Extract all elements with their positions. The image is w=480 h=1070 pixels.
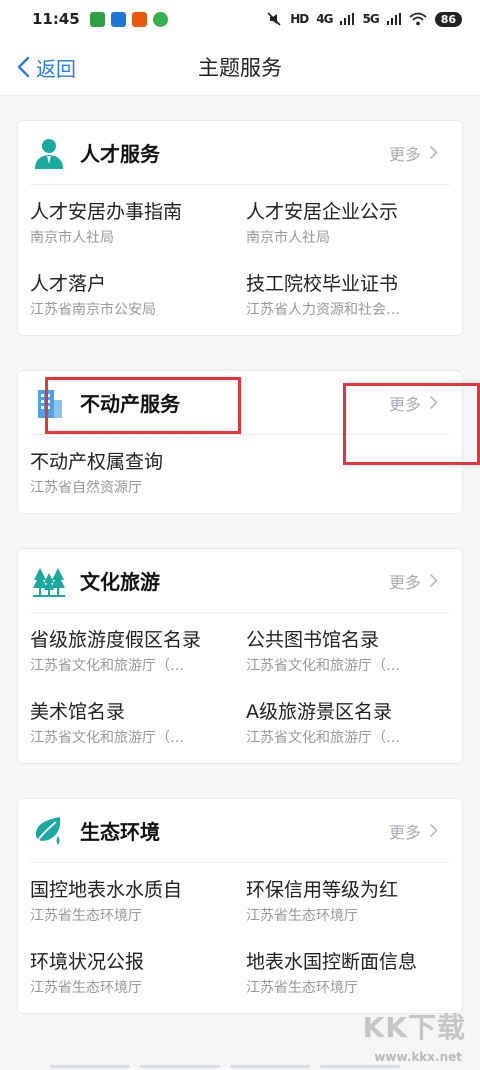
leaf-icon bbox=[32, 814, 66, 848]
trees-icon bbox=[32, 564, 66, 598]
service-name: 公共图书馆名录 bbox=[246, 629, 380, 651]
mute-icon bbox=[267, 12, 281, 26]
service-department: 江苏省文化和旅游厅（… bbox=[246, 730, 400, 746]
status-app-icons bbox=[89, 11, 168, 27]
service-grid: 省级旅游度假区名录 江苏省文化和旅游厅（… 公共图书馆名录 江苏省文化和旅游厅（… bbox=[30, 613, 450, 757]
real-estate-services-card: 不动产服务 更多 不动产权属查询 江苏省自然资源厅 bbox=[17, 370, 463, 514]
service-department: 江苏省文化和旅游厅（… bbox=[30, 730, 184, 746]
chevron-right-icon bbox=[429, 395, 438, 410]
app-notification-icon bbox=[89, 11, 105, 27]
service-department: 江苏省人力资源和社会… bbox=[246, 302, 400, 318]
signal-bars-icon bbox=[386, 13, 401, 25]
more-button[interactable]: 更多 bbox=[389, 391, 450, 415]
chevron-right-icon bbox=[429, 573, 438, 588]
app-notification-icon bbox=[152, 11, 168, 27]
service-name: A级旅游景区名录 bbox=[246, 701, 392, 723]
service-grid: 不动产权属查询 江苏省自然资源厅 bbox=[30, 435, 450, 507]
service-name: 地表水国控断面信息 bbox=[246, 951, 418, 973]
back-button[interactable]: 返回 bbox=[14, 38, 76, 96]
more-label: 更多 bbox=[388, 394, 421, 414]
scroll-indicator bbox=[50, 1065, 400, 1068]
app-notification-icon bbox=[131, 11, 147, 27]
service-item[interactable]: A级旅游景区名录 江苏省文化和旅游厅（… bbox=[246, 685, 450, 757]
service-department: 南京市人社局 bbox=[30, 230, 114, 246]
service-item[interactable]: 环境状况公报 江苏省生态环境厅 bbox=[30, 935, 234, 1007]
service-name: 技工院校毕业证书 bbox=[246, 273, 399, 295]
service-department: 南京市人社局 bbox=[246, 230, 330, 246]
card-header: 不动产服务 更多 bbox=[30, 371, 450, 435]
card-title: 人才服务 bbox=[80, 142, 160, 166]
chevron-right-icon bbox=[429, 823, 438, 838]
watermark-url: www.kkx.net bbox=[374, 1050, 462, 1064]
status-time: 11:45 bbox=[32, 10, 80, 28]
status-bar: 11:45 HD 4G 5G 86 bbox=[0, 0, 480, 38]
service-department: 江苏省南京市公安局 bbox=[30, 302, 156, 318]
service-item[interactable]: 地表水国控断面信息 江苏省生态环境厅 bbox=[246, 935, 450, 1007]
signal-5g-label: 5G bbox=[362, 12, 379, 26]
more-label: 更多 bbox=[388, 144, 421, 164]
service-item[interactable]: 国控地表水水质自 江苏省生态环境厅 bbox=[30, 863, 234, 935]
wifi-icon bbox=[409, 12, 427, 26]
card-header: 人才服务 更多 bbox=[30, 121, 450, 185]
service-grid: 人才安居办事指南 南京市人社局 人才安居企业公示 南京市人社局 人才落户 江苏省… bbox=[30, 185, 450, 329]
service-name: 人才落户 bbox=[30, 273, 107, 295]
more-button[interactable]: 更多 bbox=[389, 819, 450, 843]
back-label: 返回 bbox=[36, 56, 76, 81]
service-item[interactable]: 省级旅游度假区名录 江苏省文化和旅游厅（… bbox=[30, 613, 234, 685]
service-item[interactable]: 美术馆名录 江苏省文化和旅游厅（… bbox=[30, 685, 234, 757]
service-department: 江苏省生态环境厅 bbox=[30, 980, 142, 996]
card-header: 文化旅游 更多 bbox=[30, 549, 450, 613]
more-button[interactable]: 更多 bbox=[389, 141, 450, 165]
chevron-left-icon bbox=[17, 56, 30, 78]
service-name: 国控地表水水质自 bbox=[30, 879, 183, 901]
signal-bars-icon bbox=[340, 13, 355, 25]
service-item[interactable]: 不动产权属查询 江苏省自然资源厅 bbox=[30, 435, 234, 507]
card-title: 文化旅游 bbox=[80, 570, 160, 594]
more-label: 更多 bbox=[388, 822, 421, 842]
service-item[interactable]: 环保信用等级为红 江苏省生态环境厅 bbox=[246, 863, 450, 935]
status-indicators: HD 4G 5G 86 bbox=[266, 11, 462, 27]
service-name: 人才安居办事指南 bbox=[30, 201, 183, 223]
service-name: 环保信用等级为红 bbox=[246, 879, 399, 901]
card-title: 生态环境 bbox=[80, 820, 160, 844]
person-icon bbox=[32, 136, 66, 170]
battery-level: 86 bbox=[434, 11, 462, 27]
service-name: 环境状况公报 bbox=[30, 951, 145, 973]
talent-services-card: 人才服务 更多 人才安居办事指南 南京市人社局 人才安居企业公示 南京市人社局 … bbox=[17, 120, 463, 336]
service-department: 江苏省生态环境厅 bbox=[246, 980, 358, 996]
watermark-logo: KK下载 bbox=[362, 1011, 466, 1044]
service-name: 不动产权属查询 bbox=[30, 451, 164, 473]
ecology-environment-card: 生态环境 更多 国控地表水水质自 江苏省生态环境厅 环保信用等级为红 江苏省生态… bbox=[17, 798, 463, 1014]
more-label: 更多 bbox=[388, 572, 421, 592]
theme-services-list: 人才服务 更多 人才安居办事指南 南京市人社局 人才安居企业公示 南京市人社局 … bbox=[0, 96, 480, 1014]
card-title: 不动产服务 bbox=[80, 392, 180, 416]
service-name: 省级旅游度假区名录 bbox=[30, 629, 202, 651]
service-department: 江苏省生态环境厅 bbox=[246, 908, 358, 924]
service-item[interactable]: 技工院校毕业证书 江苏省人力资源和社会… bbox=[246, 257, 450, 329]
service-department: 江苏省文化和旅游厅（… bbox=[246, 658, 400, 674]
card-header: 生态环境 更多 bbox=[30, 799, 450, 863]
service-name: 美术馆名录 bbox=[30, 701, 126, 723]
more-button[interactable]: 更多 bbox=[389, 569, 450, 593]
signal-4g-label: 4G bbox=[316, 12, 333, 26]
service-department: 江苏省文化和旅游厅（… bbox=[30, 658, 184, 674]
navigation-bar: 返回 主题服务 bbox=[0, 38, 480, 96]
signal-hd-label: HD bbox=[290, 12, 309, 26]
service-item[interactable]: 人才落户 江苏省南京市公安局 bbox=[30, 257, 234, 329]
service-grid: 国控地表水水质自 江苏省生态环境厅 环保信用等级为红 江苏省生态环境厅 环境状况… bbox=[30, 863, 450, 1007]
culture-tourism-card: 文化旅游 更多 省级旅游度假区名录 江苏省文化和旅游厅（… 公共图书馆名录 江苏… bbox=[17, 548, 463, 764]
app-notification-icon bbox=[110, 11, 126, 27]
service-item[interactable]: 人才安居办事指南 南京市人社局 bbox=[30, 185, 234, 257]
service-department: 江苏省生态环境厅 bbox=[30, 908, 142, 924]
service-name: 人才安居企业公示 bbox=[246, 201, 399, 223]
service-item[interactable]: 人才安居企业公示 南京市人社局 bbox=[246, 185, 450, 257]
service-department: 江苏省自然资源厅 bbox=[30, 480, 142, 496]
service-item[interactable]: 公共图书馆名录 江苏省文化和旅游厅（… bbox=[246, 613, 450, 685]
building-icon bbox=[32, 386, 66, 420]
chevron-right-icon bbox=[429, 145, 438, 160]
